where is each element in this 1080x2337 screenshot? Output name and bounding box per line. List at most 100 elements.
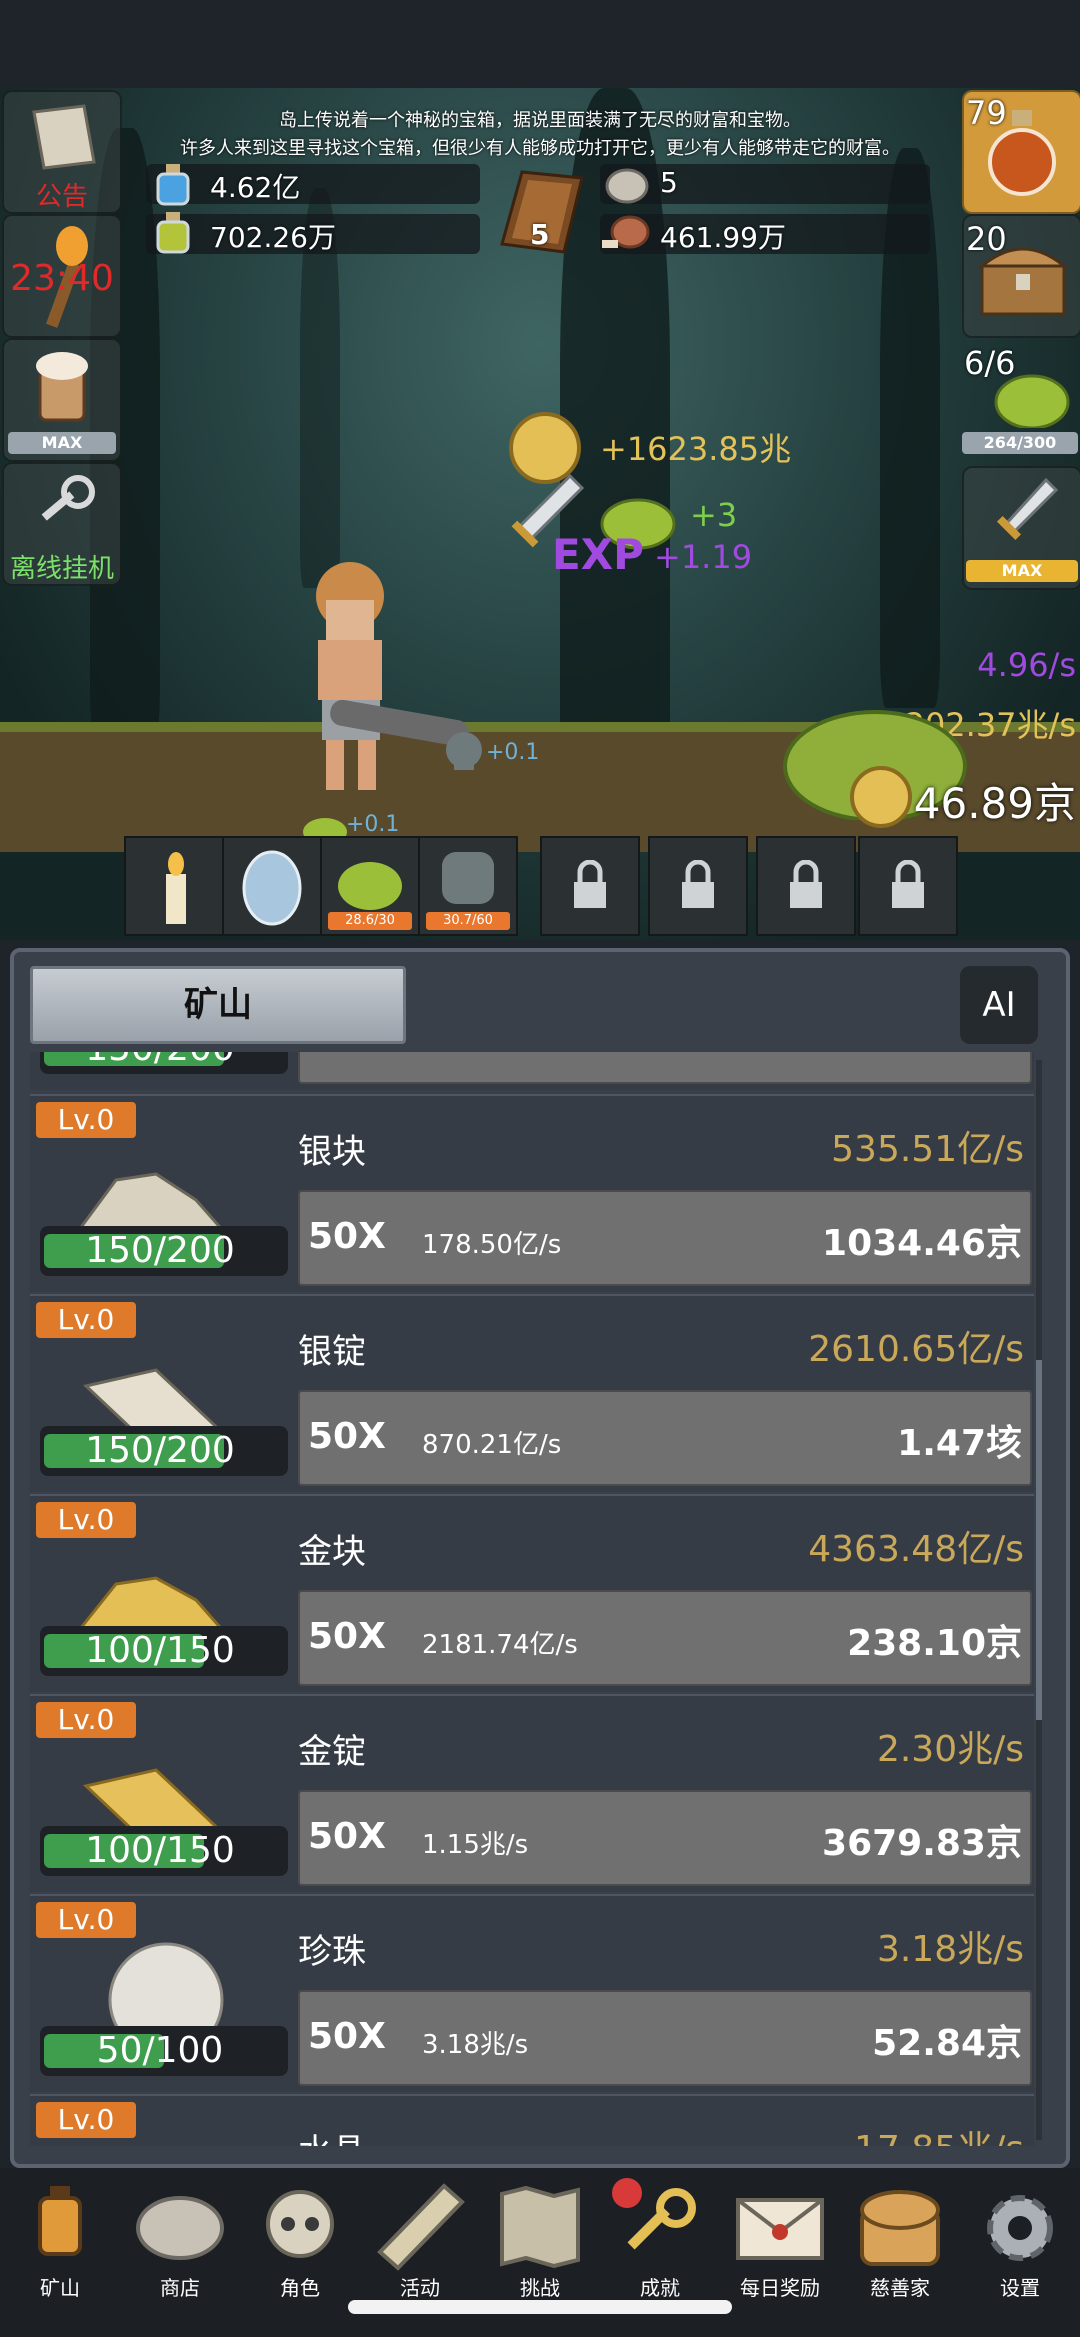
slot-egg[interactable] bbox=[222, 836, 322, 936]
drink-icon bbox=[36, 352, 88, 422]
nav-label: 慈善家 bbox=[870, 2276, 930, 2300]
nav-label: 活动 bbox=[400, 2276, 440, 2300]
level-badge: Lv.0 bbox=[36, 1102, 136, 1138]
notification-dot bbox=[612, 2178, 642, 2208]
slime-progress: 264/300 bbox=[962, 432, 1078, 454]
buy-button[interactable]: 50X 178.50亿/s 1034.46京 bbox=[298, 1190, 1032, 1286]
item-rate: 535.51亿/s bbox=[831, 1129, 1024, 1170]
nav-label: 挑战 bbox=[520, 2276, 560, 2300]
slime-button[interactable]: 6/6 264/300 bbox=[962, 338, 1078, 458]
nav-label: 每日奖励 bbox=[740, 2276, 820, 2300]
meat-gain: +3 bbox=[690, 496, 738, 534]
exp-rate: 4.96/s bbox=[977, 646, 1076, 684]
stone-amount: 5 bbox=[660, 166, 678, 199]
timer-label: 23:40 bbox=[10, 258, 114, 299]
notice-line-2: 许多人来到这里寻找这个宝箱，但很少有人能够成功打开它，更少有人能够带走它的财富。 bbox=[180, 138, 900, 159]
multiplier: 50X bbox=[308, 1616, 386, 1657]
exp-label: EXP bbox=[552, 530, 644, 579]
unit-rate: 870.21亿/s bbox=[422, 1430, 562, 1460]
cost: 238.10京 bbox=[847, 1623, 1022, 1664]
egg-icon bbox=[242, 850, 302, 926]
list-item-partial-bottom: Lv.0 水晶 17.85兆/s bbox=[30, 2094, 1034, 2146]
resource-blue-box bbox=[146, 164, 480, 204]
buy-button[interactable]: 50X 2181.74亿/s 238.10京 bbox=[298, 1590, 1032, 1686]
nav-label: 矿山 bbox=[40, 2276, 80, 2300]
item-rate: 4363.48亿/s bbox=[808, 1529, 1024, 1570]
progress-text: 100/150 bbox=[85, 1630, 235, 1671]
progress-text: 150/200 bbox=[40, 1052, 280, 1069]
progress-bar: 100/150 bbox=[40, 1826, 288, 1876]
home-indicator[interactable] bbox=[348, 2300, 732, 2314]
zombie-slot-progress: 30.7/60 bbox=[426, 912, 510, 930]
slot-slime[interactable]: 28.6/30 bbox=[320, 836, 420, 936]
buy-button[interactable]: 50X 3.18兆/s 52.84京 bbox=[298, 1990, 1032, 2086]
slot-candle[interactable] bbox=[124, 836, 224, 936]
meat-icon bbox=[602, 215, 650, 249]
panel-title-tab[interactable]: 矿山 bbox=[30, 966, 406, 1044]
skull-icon bbox=[266, 2190, 334, 2258]
level-badge: Lv.0 bbox=[36, 1702, 136, 1738]
list-item: Lv.0 100/150 金锭 2.30兆/s 50X 1.15兆/s 3679… bbox=[30, 1694, 1034, 1892]
timer-button[interactable]: 23:40 bbox=[2, 214, 122, 338]
slot-locked-1[interactable] bbox=[540, 836, 640, 936]
list-item: Lv.0 150/200 银块 535.51亿/s 50X 178.50亿/s … bbox=[30, 1094, 1034, 1292]
nav-label: 角色 bbox=[280, 2276, 320, 2300]
blue-potion-amount: 4.62亿 bbox=[210, 171, 301, 204]
cost: 3679.83京 bbox=[822, 1823, 1022, 1864]
offline-button[interactable]: 离线挂机 bbox=[2, 462, 122, 586]
item-rate: 17.85兆/s bbox=[854, 2120, 1024, 2146]
scrollbar-thumb[interactable] bbox=[1036, 1360, 1042, 1720]
potion-count: 79 bbox=[966, 94, 1007, 132]
progress-text: 150/200 bbox=[85, 1230, 235, 1271]
status-bar bbox=[0, 0, 1080, 88]
slime-unit-icon bbox=[338, 862, 402, 910]
green-potion-amount: 702.26万 bbox=[210, 221, 336, 254]
blue-potion-icon bbox=[156, 164, 190, 206]
slot-zombie[interactable]: 30.7/60 bbox=[418, 836, 518, 936]
cost: 52.84京 bbox=[872, 2023, 1022, 2064]
meat-amount: 461.99万 bbox=[660, 221, 786, 254]
list-item: Lv.0 50/100 珍珠 3.18兆/s 50X 3.18兆/s 52.84… bbox=[30, 1894, 1034, 2092]
lock-icon bbox=[790, 860, 822, 908]
buy-button[interactable]: 50X 870.21亿/s 1.47垓 bbox=[298, 1390, 1032, 1486]
item-name: 水晶 bbox=[298, 2124, 366, 2146]
bread-icon bbox=[860, 2190, 940, 2266]
map-icon bbox=[500, 2185, 580, 2268]
level-badge: Lv.0 bbox=[36, 2102, 136, 2138]
stone-icon bbox=[605, 168, 649, 204]
item-name: 银锭 bbox=[298, 1332, 366, 1372]
level-badge: Lv.0 bbox=[36, 1902, 136, 1938]
skull-mob bbox=[446, 732, 482, 770]
announcement-button[interactable]: 公告 bbox=[2, 90, 122, 214]
slime-gain: +0.1 bbox=[346, 812, 400, 837]
item-name: 金块 bbox=[298, 1532, 366, 1572]
letter-icon bbox=[736, 2198, 824, 2260]
slime-slot-progress: 28.6/30 bbox=[328, 912, 412, 930]
progress-text: 100/150 bbox=[85, 1830, 235, 1871]
progress-bar: 150/200 bbox=[40, 1226, 288, 1276]
unit-rate: 2181.74亿/s bbox=[422, 1630, 578, 1660]
multiplier: 50X bbox=[308, 1816, 386, 1857]
lantern-icon bbox=[38, 2186, 82, 2256]
chest-button[interactable]: 20 bbox=[962, 214, 1080, 338]
gear-icon bbox=[987, 2195, 1053, 2261]
unit-rate: 1.15兆/s bbox=[422, 1830, 529, 1860]
stone-icon bbox=[136, 2196, 224, 2260]
drink-button[interactable]: MAX bbox=[2, 338, 122, 462]
buy-button[interactable] bbox=[298, 1052, 1032, 1084]
total-gold: 46.89京 bbox=[913, 779, 1076, 828]
sword-button[interactable]: MAX bbox=[962, 466, 1080, 590]
slot-locked-3[interactable] bbox=[756, 836, 856, 936]
slot-locked-2[interactable] bbox=[648, 836, 748, 936]
multiplier: 50X bbox=[308, 1416, 386, 1457]
mine-list[interactable]: 150/200 Lv.0 150/200 银块 535.51亿/s 50X 17… bbox=[30, 1052, 1040, 2146]
list-item-partial-top: 150/200 bbox=[30, 1052, 1034, 1090]
green-potion-icon bbox=[156, 212, 190, 254]
list-item: Lv.0 100/150 金块 4363.48亿/s 50X 2181.74亿/… bbox=[30, 1494, 1034, 1692]
level-badge: Lv.0 bbox=[36, 1502, 136, 1538]
ai-button[interactable]: AI bbox=[960, 966, 1038, 1044]
sword-max-badge: MAX bbox=[966, 560, 1078, 582]
buy-button[interactable]: 50X 1.15兆/s 3679.83京 bbox=[298, 1790, 1032, 1886]
slot-locked-4[interactable] bbox=[858, 836, 958, 936]
potion-button[interactable]: 79 bbox=[962, 90, 1080, 214]
